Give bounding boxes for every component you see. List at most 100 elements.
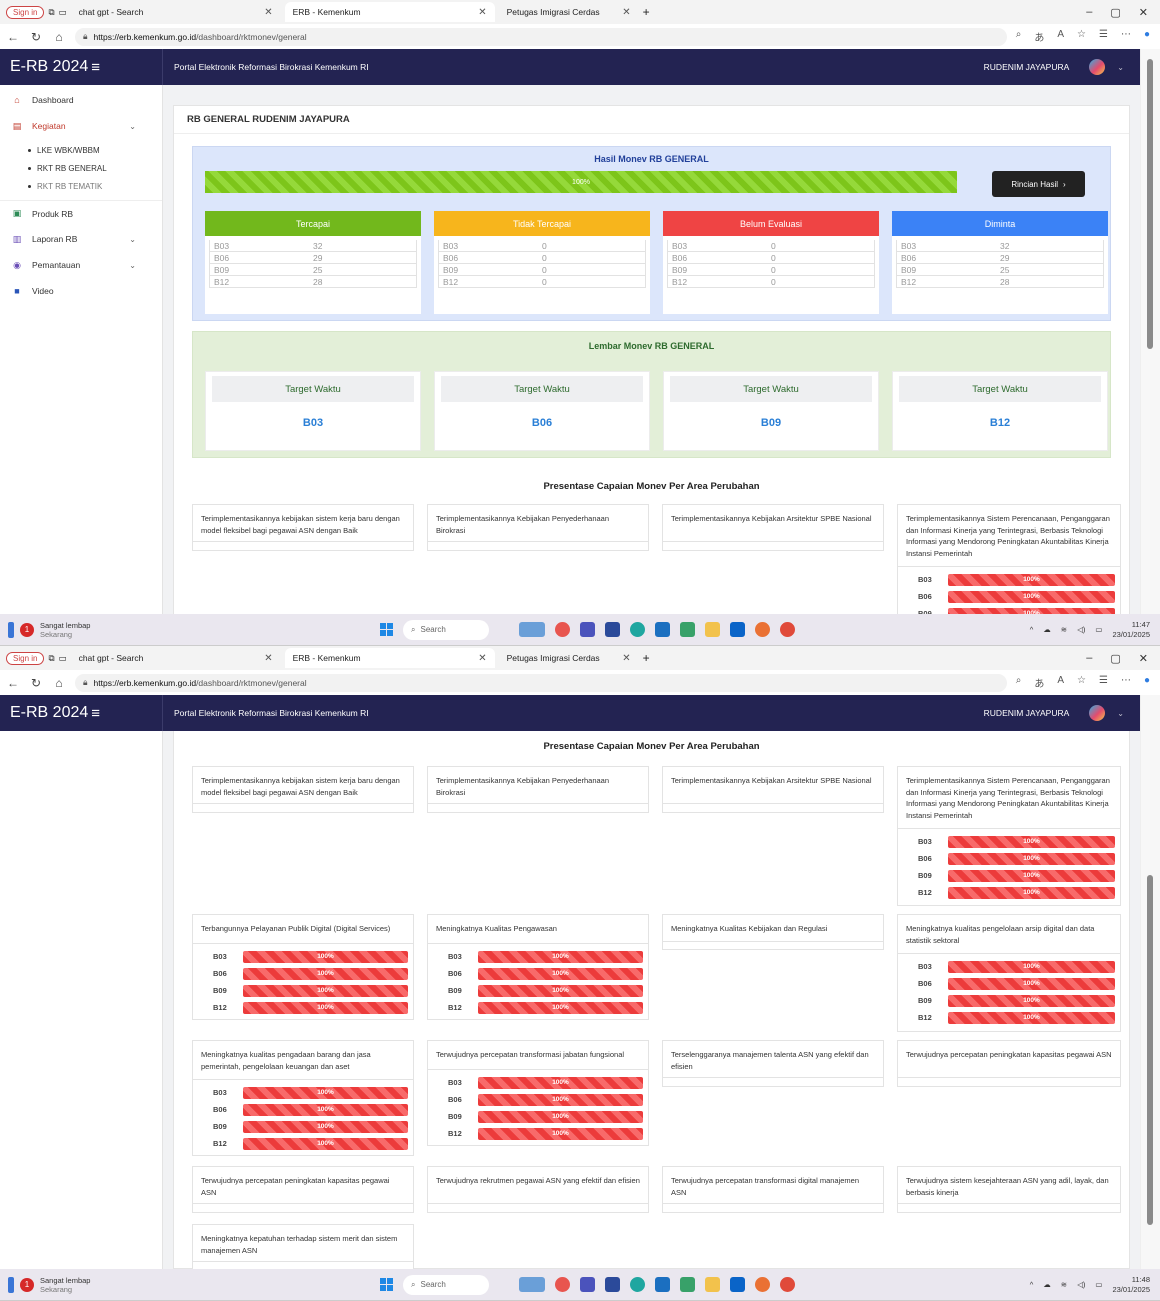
sidebar-subitem-rkt-tematik[interactable]: RKT RB TEMATIK xyxy=(0,177,162,195)
tab-erb[interactable]: ERB - Kemenkum ✕ xyxy=(284,648,495,668)
teams-icon[interactable] xyxy=(580,622,595,637)
chrome-icon[interactable] xyxy=(780,1277,795,1292)
target-box[interactable]: Target Waktu B03 xyxy=(205,371,421,451)
home-icon[interactable]: ⌂ xyxy=(52,676,66,690)
outlook-icon[interactable] xyxy=(730,622,745,637)
clock[interactable]: 11:48 23/01/2025 xyxy=(1112,1275,1150,1295)
new-tab-icon[interactable]: + xyxy=(643,5,650,19)
sidebar-item-produk[interactable]: ▣ Produk RB xyxy=(0,200,162,226)
battery-icon[interactable]: ▭ xyxy=(1095,625,1102,634)
winword-app-icon[interactable] xyxy=(605,1277,620,1292)
target-box[interactable]: Target Waktu B09 xyxy=(663,371,879,451)
file-explorer-icon[interactable] xyxy=(705,1277,720,1292)
chevron-up-icon[interactable]: ^ xyxy=(1030,1280,1034,1289)
sidebar-subitem-rkt-general[interactable]: RKT RB GENERAL xyxy=(0,159,162,177)
volume-icon[interactable]: ◁) xyxy=(1077,1280,1085,1289)
store-icon[interactable] xyxy=(680,622,695,637)
scrollbar-thumb[interactable] xyxy=(1147,875,1153,1225)
close-icon[interactable]: ✕ xyxy=(264,7,272,18)
translate-icon[interactable]: あ xyxy=(1034,29,1044,44)
signin-button[interactable]: Sign in xyxy=(6,651,45,665)
colorful-app-icon[interactable] xyxy=(555,622,570,637)
teams-icon[interactable] xyxy=(580,1277,595,1292)
mail-icon[interactable] xyxy=(655,1277,670,1292)
minimize-icon[interactable]: – xyxy=(1086,652,1092,665)
close-window-icon[interactable]: ✕ xyxy=(1139,6,1148,19)
chevron-up-icon[interactable]: ^ xyxy=(1030,625,1034,634)
minimize-icon[interactable]: – xyxy=(1086,6,1092,19)
windows-start-icon[interactable] xyxy=(380,1278,393,1291)
chevron-down-icon[interactable]: ⌄ xyxy=(1117,709,1124,718)
wifi-icon[interactable]: ≋ xyxy=(1061,1280,1067,1289)
close-icon[interactable]: ✕ xyxy=(478,653,486,664)
file-explorer-icon[interactable] xyxy=(705,622,720,637)
close-window-icon[interactable]: ✕ xyxy=(1139,652,1148,665)
firefox-icon[interactable] xyxy=(755,1277,770,1292)
favorite-star-icon[interactable]: ☆ xyxy=(1077,675,1086,690)
search-icon[interactable]: ⌕ xyxy=(1016,29,1022,44)
read-aloud-icon[interactable]: A xyxy=(1057,29,1064,44)
widgets-app-icon[interactable] xyxy=(519,622,545,637)
tab-petugas[interactable]: Petugas Imigrasi Cerdas ✕ xyxy=(499,2,639,22)
sidebar-item-dashboard[interactable]: ⌂ Dashboard xyxy=(0,87,162,113)
weather-widget[interactable]: 1 Sangat lembap Sekarang xyxy=(0,1276,380,1294)
target-box[interactable]: Target Waktu B06 xyxy=(434,371,650,451)
sidebar-subitem-lke[interactable]: LKE WBK/WBBM xyxy=(0,141,162,159)
favorites-icon[interactable]: ☰ xyxy=(1099,675,1108,690)
widgets-app-icon[interactable] xyxy=(519,1277,545,1292)
clock[interactable]: 11:47 23/01/2025 xyxy=(1112,620,1150,640)
sidebar-item-video[interactable]: ■ Video xyxy=(0,278,162,304)
close-icon[interactable]: ✕ xyxy=(264,653,272,664)
tab-actions-icon[interactable]: ▭ xyxy=(59,7,67,18)
home-icon[interactable]: ⌂ xyxy=(52,30,66,44)
taskbar-search[interactable]: ⌕ Search xyxy=(403,619,489,640)
close-icon[interactable]: ✕ xyxy=(622,7,630,18)
copilot-icon[interactable]: ● xyxy=(1144,29,1150,44)
tab-chat-gpt[interactable]: chat gpt - Search ✕ xyxy=(71,2,281,22)
favorite-star-icon[interactable]: ☆ xyxy=(1077,29,1086,44)
signin-button[interactable]: Sign in xyxy=(6,5,45,19)
scrollbar[interactable] xyxy=(1140,49,1160,614)
close-icon[interactable]: ✕ xyxy=(478,7,486,18)
url-bar[interactable]: 🔒︎ https://erb.kemenkum.go.id/dashboard/r… xyxy=(75,673,1007,692)
outlook-icon[interactable] xyxy=(730,1277,745,1292)
back-icon[interactable]: ← xyxy=(6,30,20,44)
chevron-down-icon[interactable]: ⌄ xyxy=(1117,63,1124,72)
onedrive-icon[interactable]: ☁ xyxy=(1043,1280,1051,1289)
menu-toggle-icon[interactable]: ≡ xyxy=(91,59,100,76)
tab-petugas[interactable]: Petugas Imigrasi Cerdas ✕ xyxy=(499,648,639,668)
volume-icon[interactable]: ◁) xyxy=(1077,625,1085,634)
battery-icon[interactable]: ▭ xyxy=(1095,1280,1102,1289)
edge-icon[interactable] xyxy=(630,622,645,637)
workspaces-icon[interactable]: ⧉ xyxy=(48,7,54,18)
restore-icon[interactable]: ▢ xyxy=(1110,652,1120,665)
chrome-icon[interactable] xyxy=(780,622,795,637)
firefox-icon[interactable] xyxy=(755,622,770,637)
colorful-app-icon[interactable] xyxy=(555,1277,570,1292)
tab-chat-gpt[interactable]: chat gpt - Search ✕ xyxy=(71,648,281,668)
brand[interactable]: E-RB 2024 ≡ xyxy=(0,49,163,85)
more-icon[interactable]: ⋯ xyxy=(1121,29,1131,44)
wifi-icon[interactable]: ≋ xyxy=(1061,625,1067,634)
close-icon[interactable]: ✕ xyxy=(622,653,630,664)
weather-widget[interactable]: 1 Sangat lembap Sekarang xyxy=(0,621,380,639)
search-icon[interactable]: ⌕ xyxy=(1016,675,1022,690)
target-box[interactable]: Target Waktu B12 xyxy=(892,371,1108,451)
store-icon[interactable] xyxy=(680,1277,695,1292)
refresh-icon[interactable]: ↻ xyxy=(29,30,43,44)
copilot-icon[interactable]: ● xyxy=(1144,675,1150,690)
more-icon[interactable]: ⋯ xyxy=(1121,675,1131,690)
scrollbar[interactable] xyxy=(1140,695,1160,1269)
edge-icon[interactable] xyxy=(630,1277,645,1292)
scrollbar-thumb[interactable] xyxy=(1147,59,1153,349)
url-bar[interactable]: 🔒︎ https://erb.kemenkum.go.id/dashboard/r… xyxy=(75,27,1007,46)
tab-actions-icon[interactable]: ▭ xyxy=(59,653,67,664)
sidebar-item-kegiatan[interactable]: ▤ Kegiatan ⌄ xyxy=(0,113,162,139)
workspaces-icon[interactable]: ⧉ xyxy=(48,653,54,664)
windows-start-icon[interactable] xyxy=(380,623,393,636)
taskbar-search[interactable]: ⌕ Search xyxy=(403,1274,489,1295)
brand[interactable]: E-RB 2024 ≡ xyxy=(0,695,163,731)
winword-app-icon[interactable] xyxy=(605,622,620,637)
new-tab-icon[interactable]: + xyxy=(643,651,650,665)
sidebar-item-laporan[interactable]: ▥ Laporan RB ⌄ xyxy=(0,226,162,252)
